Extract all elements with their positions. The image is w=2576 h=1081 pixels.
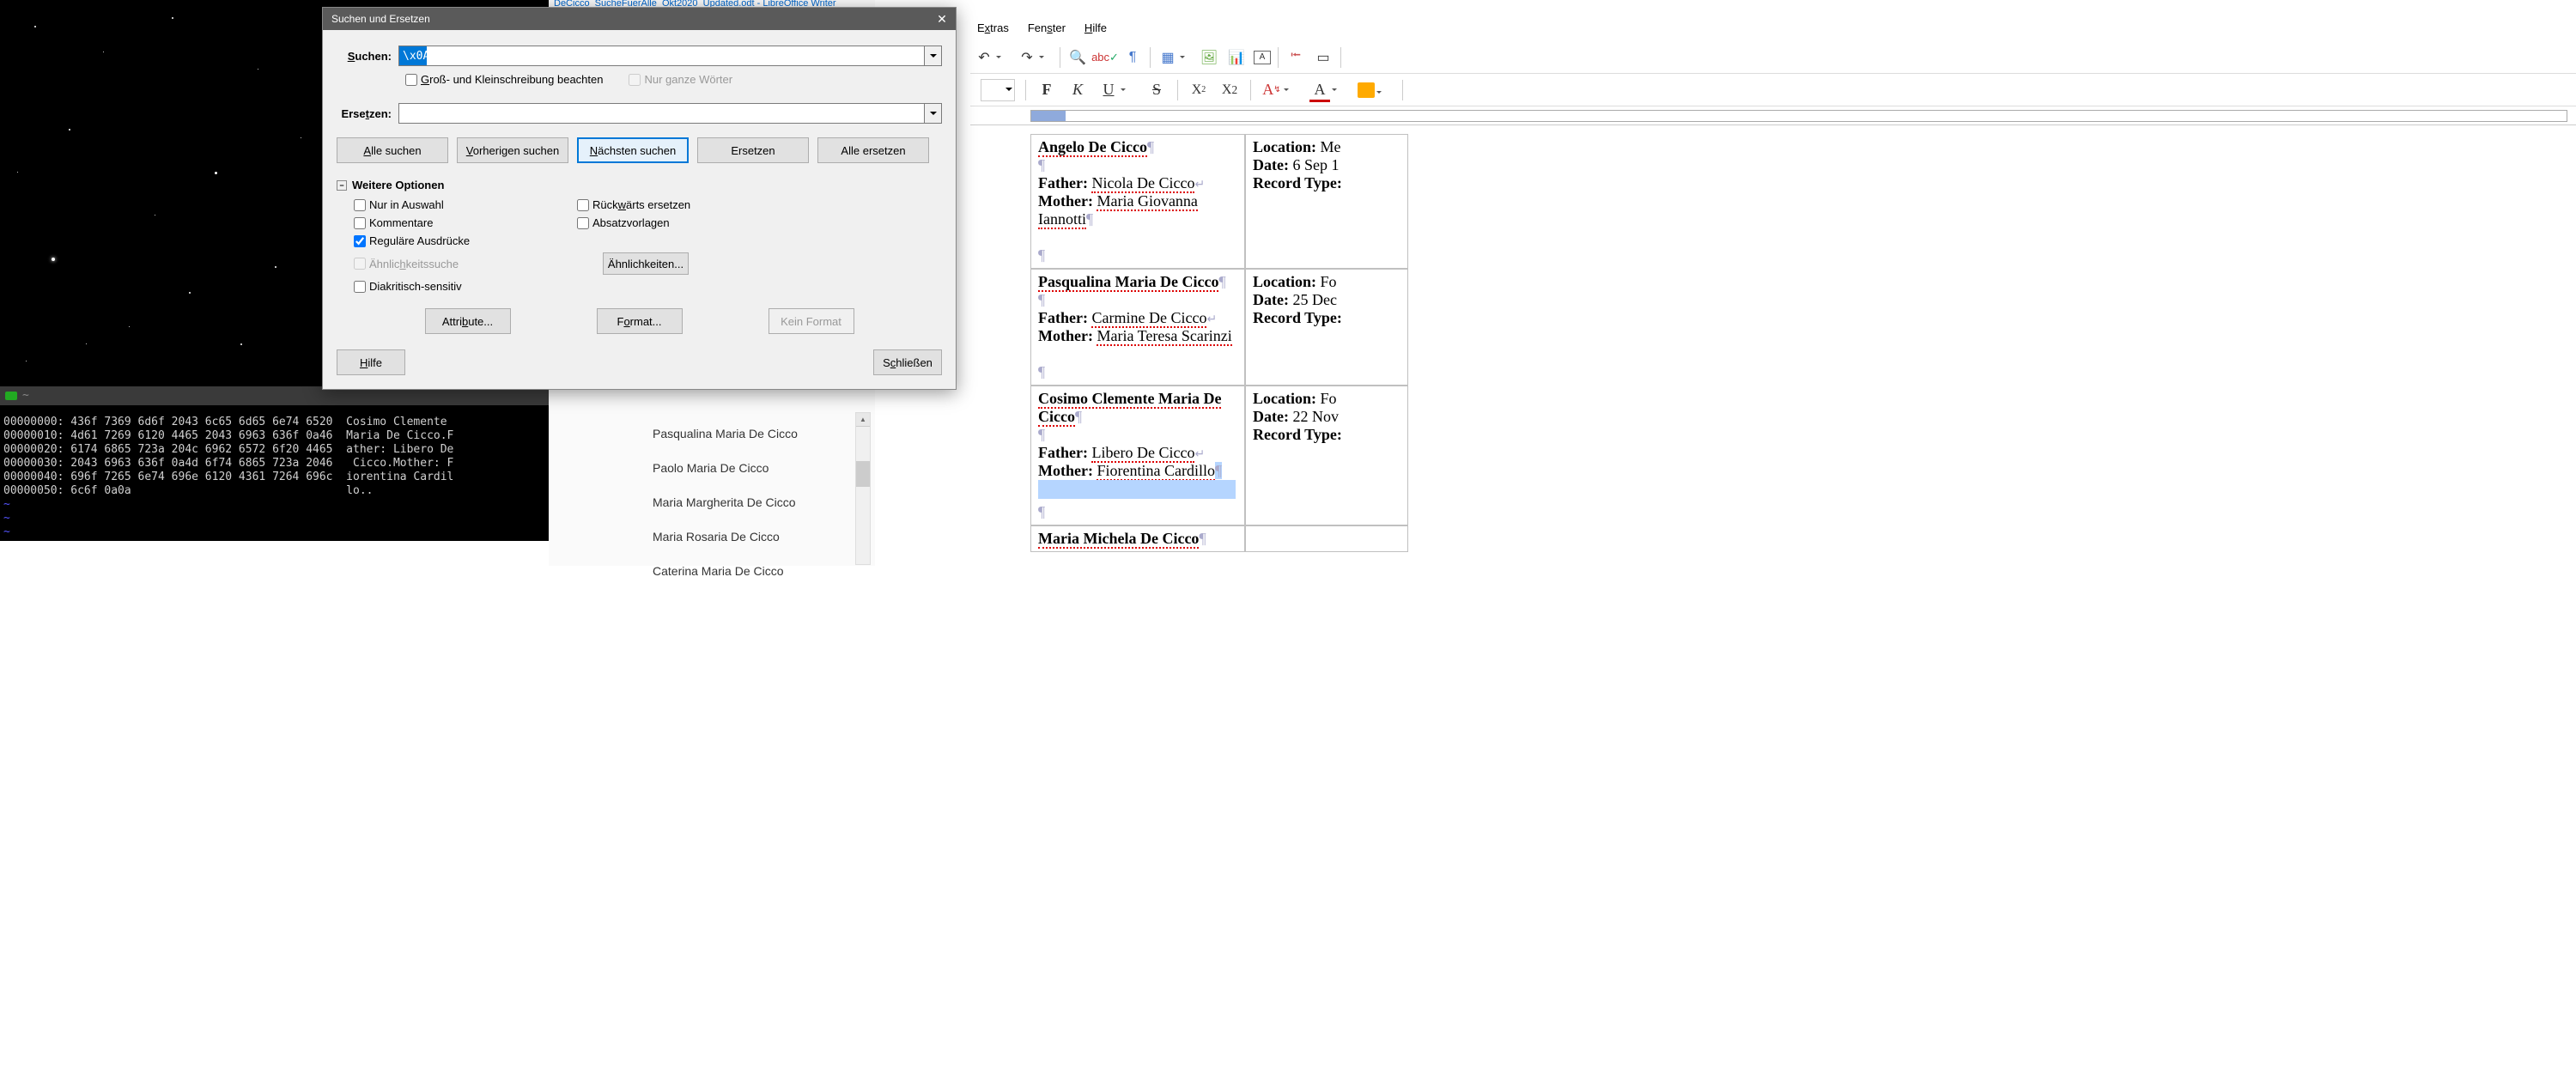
horizontal-ruler[interactable]	[970, 106, 2576, 125]
list-item: Maria Rosaria De Cicco	[653, 519, 798, 554]
toolbar-formatting: F K U S X2 X2 A↯ A	[970, 74, 2576, 106]
hexdump-line: 00000040: 696f 7265 6e74 696e 6120 4361 …	[0, 471, 549, 484]
table-cell[interactable]: Maria Michela De Cicco¶	[1030, 525, 1245, 552]
font-color-icon[interactable]: A	[1309, 80, 1330, 100]
find-icon[interactable]: 🔍	[1067, 47, 1088, 68]
scrollbar[interactable]: ▲	[855, 412, 871, 565]
subscript-icon[interactable]: X2	[1219, 80, 1240, 100]
table-cell[interactable]: Location: Me Date: 6 Sep 1 Record Type:	[1245, 134, 1408, 269]
find-next-button[interactable]: Nächsten suchen	[577, 137, 689, 163]
formatting-marks-icon[interactable]: ¶	[1122, 47, 1143, 68]
replace-input[interactable]	[398, 103, 925, 124]
menubar: Extras Fenster Hilfe	[970, 15, 2576, 39]
chart-icon[interactable]: 📊	[1226, 47, 1247, 68]
hexdump-line: 00000020: 6174 6865 723a 204c 6962 6572 …	[0, 443, 549, 457]
menu-hilfe[interactable]: Hilfe	[1084, 21, 1107, 34]
find-previous-button[interactable]: Vorherigen suchen	[457, 137, 568, 163]
backwards-checkbox[interactable]: Rückwärts ersetzen	[577, 198, 800, 211]
terminal-icon	[5, 392, 17, 400]
vim-tilde: ~	[0, 498, 549, 512]
diacritic-checkbox[interactable]: Diakritisch-sensitiv	[354, 280, 577, 293]
table-cell[interactable]: Location: Fo Date: 25 Dec Record Type:	[1245, 269, 1408, 386]
no-format-button: Kein Format	[769, 308, 854, 334]
menu-fenster[interactable]: Fenster	[1028, 21, 1066, 34]
table-cell[interactable]	[1245, 525, 1408, 552]
menu-extras[interactable]: Extras	[977, 21, 1009, 34]
hexdump-line: 00000030: 2043 6963 636f 0a4d 6f74 6865 …	[0, 457, 549, 471]
page-break-icon[interactable]: ⭰	[1285, 47, 1306, 68]
replace-label: Ersetzen:	[337, 107, 398, 120]
table-icon[interactable]: ▦	[1157, 47, 1178, 68]
similarity-checkbox: Ähnlichkeitssuche	[354, 252, 577, 275]
list-item: Caterina Maria De Cicco	[653, 554, 798, 588]
attributes-button[interactable]: Attribute...	[425, 308, 511, 334]
textbox-icon[interactable]: A	[1254, 51, 1271, 64]
whole-words-checkbox: Nur ganze Wörter	[629, 73, 732, 86]
scroll-up-icon[interactable]: ▲	[856, 413, 870, 427]
find-all-button[interactable]: Alle suchen	[337, 137, 448, 163]
dialog-title-text: Suchen und Ersetzen	[331, 13, 430, 25]
terminal-prompt: ~	[22, 389, 29, 403]
replace-button[interactable]: Ersetzen	[697, 137, 809, 163]
list-item: Maria Margherita De Cicco	[653, 485, 798, 519]
terminal-window: ~ 00000000: 436f 7369 6d6f 2043 6c65 6d6…	[0, 386, 549, 541]
redo-icon[interactable]: ↷	[1017, 47, 1037, 68]
paragraph-styles-checkbox[interactable]: Absatzvorlagen	[577, 216, 800, 229]
search-input[interactable]	[398, 46, 925, 66]
superscript-icon[interactable]: X2	[1188, 80, 1209, 100]
hexdump-line: 00000000: 436f 7369 6d6f 2043 6c65 6d65 …	[0, 416, 549, 429]
italic-icon[interactable]: K	[1067, 80, 1088, 100]
selection-only-checkbox[interactable]: Nur in Auswahl	[354, 198, 577, 211]
undo-icon[interactable]: ↶	[974, 47, 994, 68]
format-button[interactable]: Format...	[597, 308, 683, 334]
more-options-header[interactable]: − Weitere Optionen	[337, 179, 942, 191]
document-content-area[interactable]: Angelo De Cicco¶ ¶ Father: Nicola De Cic…	[970, 125, 2576, 1081]
underline-icon[interactable]: U	[1098, 80, 1119, 100]
comments-checkbox[interactable]: Kommentare	[354, 216, 577, 229]
table-cell[interactable]: Angelo De Cicco¶ ¶ Father: Nicola De Cic…	[1030, 134, 1245, 269]
list-item: Paolo Maria De Cicco	[653, 451, 798, 485]
vim-tilde: ~	[0, 512, 549, 525]
image-icon[interactable]: 🖼	[1199, 47, 1219, 68]
clear-formatting-icon[interactable]: A↯	[1261, 80, 1282, 100]
toolbar-standard: ↶ ↷ 🔍 abc✓ ¶ ▦ 🖼 📊 A ⭰ ▭	[970, 41, 2576, 74]
table-cell[interactable]: Pasqualina Maria De Cicco¶ ¶ Father: Car…	[1030, 269, 1245, 386]
match-case-checkbox[interactable]: Groß- und Kleinschreibung beachten	[405, 73, 603, 86]
regex-checkbox[interactable]: Reguläre Ausdrücke	[354, 234, 577, 247]
document-table: Angelo De Cicco¶ ¶ Father: Nicola De Cic…	[1030, 134, 1408, 552]
highlight-icon[interactable]	[1358, 82, 1375, 98]
collapse-icon[interactable]: −	[337, 180, 347, 191]
find-replace-dialog: Suchen und Ersetzen ✕ Suchen: // render …	[322, 7, 957, 390]
search-label: Suchen:	[337, 50, 398, 63]
spellcheck-icon[interactable]: abc✓	[1095, 47, 1115, 68]
strikethrough-icon[interactable]: S	[1146, 80, 1167, 100]
document-names-list: Pasqualina Maria De Cicco Paolo Maria De…	[653, 416, 798, 588]
scroll-thumb[interactable]	[856, 461, 870, 487]
replace-all-button[interactable]: Alle ersetzen	[817, 137, 929, 163]
field-icon[interactable]: ▭	[1313, 47, 1334, 68]
close-icon[interactable]: ✕	[933, 10, 951, 27]
font-size-combo[interactable]	[981, 79, 1015, 101]
similarities-button[interactable]: Ähnlichkeiten...	[603, 252, 689, 275]
hexdump-line: 00000010: 4d61 7269 6120 4465 2043 6963 …	[0, 429, 549, 443]
dialog-titlebar: Suchen und Ersetzen ✕	[323, 8, 956, 30]
close-button[interactable]: Schließen	[873, 349, 942, 375]
search-dropdown-icon[interactable]	[925, 46, 942, 66]
list-item: Pasqualina Maria De Cicco	[653, 416, 798, 451]
help-button[interactable]: Hilfe	[337, 349, 405, 375]
hexdump-line: 00000050: 6c6f 0a0a lo..	[0, 484, 549, 498]
table-cell[interactable]: Cosimo Clemente Maria De Cicco¶ ¶ Father…	[1030, 386, 1245, 525]
table-cell[interactable]: Location: Fo Date: 22 Nov Record Type:	[1245, 386, 1408, 525]
bold-icon[interactable]: F	[1036, 80, 1057, 100]
vim-tilde: ~	[0, 525, 549, 539]
replace-dropdown-icon[interactable]	[925, 103, 942, 124]
